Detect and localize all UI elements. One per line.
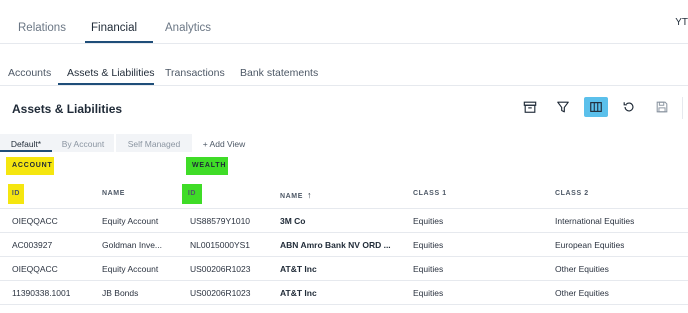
table-row[interactable]: OIEQQACC Equity Account US00206R1023 AT&… — [0, 256, 688, 280]
cell-account-id: 11390338.1001 — [12, 288, 71, 298]
view-tab-self-managed[interactable]: Self Managed — [116, 134, 192, 152]
group-header-wealth: WEALTH — [186, 157, 228, 175]
cell-account-id: AC003927 — [12, 240, 53, 250]
tab-financial[interactable]: Financial — [91, 22, 137, 34]
cell-wealth-name: 3M Co — [280, 216, 306, 226]
cell-class2: European Equities — [555, 240, 625, 250]
cell-class1: Equities — [413, 216, 444, 226]
cell-class1: Equities — [413, 240, 444, 250]
view-tab-by-account[interactable]: By Account — [52, 134, 114, 152]
active-subtab-indicator — [58, 83, 154, 85]
column-header-account-id[interactable]: ID — [8, 184, 24, 204]
archive-button[interactable] — [518, 97, 542, 117]
top-navigation: Relations Financial Analytics YT — [0, 0, 688, 44]
column-header-class1[interactable]: CLASS 1 — [413, 184, 447, 204]
cell-class1: Equities — [413, 288, 444, 298]
sub-navigation: Accounts Assets & Liabilities Transactio… — [0, 44, 688, 86]
user-avatar[interactable]: YT — [675, 17, 688, 28]
cell-account-id: OIEQQACC — [12, 264, 58, 274]
active-tab-indicator — [85, 41, 153, 43]
cell-class2: International Equities — [555, 216, 635, 226]
columns-icon — [590, 102, 602, 112]
toolbar-divider — [682, 97, 683, 119]
cell-class2: Other Equities — [555, 264, 609, 274]
subtab-transactions[interactable]: Transactions — [165, 67, 225, 79]
refresh-button[interactable] — [617, 97, 641, 117]
cell-wealth-id: NL0015000YS1 — [190, 240, 251, 250]
subtab-assets-liabilities[interactable]: Assets & Liabilities — [67, 67, 155, 79]
cell-account-id: OIEQQACC — [12, 216, 58, 226]
cell-wealth-id: US88579Y1010 — [190, 216, 251, 226]
column-header-wealth-name-label: NAME — [280, 193, 304, 200]
refresh-icon — [623, 102, 634, 112]
subtab-accounts[interactable]: Accounts — [8, 67, 51, 79]
table-row[interactable]: 11390338.1001 JB Bonds US00206R1023 AT&T… — [0, 280, 688, 304]
columns-button[interactable] — [584, 97, 608, 117]
cell-wealth-name: AT&T Inc — [280, 288, 317, 298]
subtab-bank-statements[interactable]: Bank statements — [240, 67, 318, 79]
column-header-account-name[interactable]: NAME — [102, 184, 125, 204]
cell-wealth-id: US00206R1023 — [190, 264, 251, 274]
cell-wealth-name: AT&T Inc — [280, 264, 317, 274]
cell-account-name: JB Bonds — [102, 288, 139, 298]
cell-wealth-name: ABN Amro Bank NV ORD ... — [280, 240, 391, 250]
archive-icon — [523, 101, 537, 113]
page-title: Assets & Liabilities — [12, 102, 123, 116]
column-header-wealth-id[interactable]: ID — [182, 184, 202, 204]
group-header-account: ACCOUNT — [6, 157, 54, 175]
cell-account-name: Goldman Inve... — [102, 240, 163, 250]
cell-wealth-id: US00206R1023 — [190, 288, 251, 298]
cell-account-name: Equity Account — [102, 264, 159, 274]
filter-button[interactable] — [551, 97, 575, 117]
cell-class1: Equities — [413, 264, 444, 274]
cell-account-name: Equity Account — [102, 216, 159, 226]
save-icon — [656, 101, 668, 113]
filter-icon — [557, 101, 569, 113]
table-row[interactable]: AC003927 Goldman Inve... NL0015000YS1 AB… — [0, 232, 688, 256]
cell-class2: Other Equities — [555, 288, 609, 298]
save-button[interactable] — [650, 97, 674, 117]
column-header-class2[interactable]: CLASS 2 — [555, 184, 589, 204]
column-header-wealth-name[interactable]: NAME ↑ — [280, 184, 312, 204]
table-row[interactable]: OIEQQACC Equity Account US88579Y1010 3M … — [0, 208, 688, 232]
tab-analytics[interactable]: Analytics — [165, 22, 211, 34]
view-tab-default[interactable]: Default* — [0, 134, 52, 152]
tab-relations[interactable]: Relations — [18, 22, 66, 34]
table-row-partial — [0, 304, 688, 313]
add-view-button[interactable]: + Add View — [196, 134, 252, 152]
sort-ascending-icon[interactable]: ↑ — [307, 190, 312, 200]
